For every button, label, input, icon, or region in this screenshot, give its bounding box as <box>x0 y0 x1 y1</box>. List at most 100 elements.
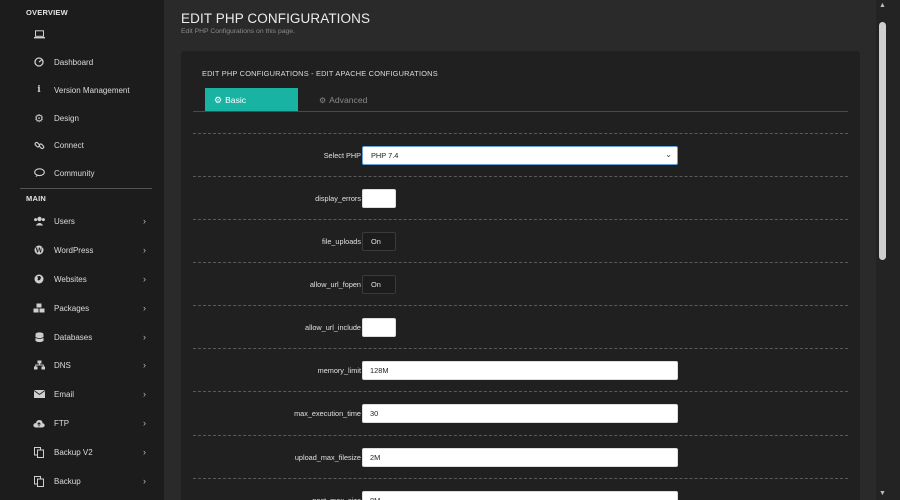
sitemap-icon <box>32 359 46 371</box>
sidebar: OVERVIEW Dashboard i Version Management … <box>0 0 164 500</box>
allow-url-include-label: allow_url_include <box>305 323 361 332</box>
memory-limit-input[interactable]: 128M <box>362 361 678 380</box>
max-execution-time-input[interactable]: 30 <box>362 404 678 423</box>
scroll-down-arrow-icon[interactable]: ▼ <box>879 490 887 498</box>
sidebar-item-overview-laptop[interactable] <box>26 24 154 44</box>
chevron-right-icon: › <box>143 447 146 457</box>
sidebar-item-backup[interactable]: Backup › <box>26 471 154 491</box>
tab-label: Basic <box>225 95 247 105</box>
upload-max-filesize-input[interactable]: 2M <box>362 448 678 467</box>
sidebar-divider <box>20 188 152 189</box>
post-max-size-input[interactable]: 8M <box>362 491 678 500</box>
tab-label: Advanced <box>329 95 368 105</box>
sidebar-item-design[interactable]: ⚙ Design <box>26 108 154 128</box>
upload-max-filesize-label: upload_max_filesize <box>294 453 361 462</box>
cubes-icon <box>32 302 46 314</box>
allow-url-include-toggle[interactable] <box>362 318 396 337</box>
chevron-right-icon: › <box>143 303 146 313</box>
chevron-right-icon: › <box>143 216 146 226</box>
php-config-panel: EDIT PHP CONFIGURATIONS - EDIT APACHE CO… <box>181 51 860 500</box>
sidebar-item-label: Email <box>54 389 75 399</box>
dashboard-icon <box>32 56 46 68</box>
display-errors-toggle[interactable] <box>362 189 396 208</box>
page-title: EDIT PHP CONFIGURATIONS <box>181 11 371 26</box>
file-uploads-row: file_uploads On <box>193 219 848 262</box>
page-subtitle: Edit PHP Configurations on this page. <box>181 28 295 35</box>
select-php-label: Select PHP <box>323 151 361 160</box>
sidebar-item-version-management[interactable]: i Version Management <box>26 80 154 100</box>
globe-icon <box>32 273 46 285</box>
display-errors-row: display_errors <box>193 176 848 219</box>
copy-icon <box>32 446 46 458</box>
chevron-right-icon: › <box>143 245 146 255</box>
chevron-right-icon: › <box>143 274 146 284</box>
sidebar-item-users[interactable]: Users › <box>26 211 154 231</box>
comment-icon <box>32 167 46 179</box>
sidebar-item-websites[interactable]: Websites › <box>26 269 154 289</box>
max-execution-time-row: max_execution_time 30 <box>193 391 848 434</box>
sidebar-item-community[interactable]: Community <box>26 163 154 183</box>
info-icon: i <box>37 85 41 95</box>
sidebar-item-label: Databases <box>54 332 93 342</box>
cloud-upload-icon <box>32 417 46 429</box>
sidebar-item-dns[interactable]: DNS › <box>26 355 154 375</box>
tab-underline <box>193 111 848 112</box>
sidebar-item-packages[interactable]: Packages › <box>26 298 154 318</box>
memory-limit-row: memory_limit 128M <box>193 348 848 391</box>
chevron-down-icon: ⌄ <box>665 150 672 159</box>
allow-url-fopen-toggle[interactable]: On <box>362 275 396 294</box>
tab-basic[interactable]: ⚙ Basic <box>205 88 298 112</box>
sidebar-item-ftp[interactable]: FTP › <box>26 413 154 433</box>
chevron-right-icon: › <box>143 476 146 486</box>
sidebar-item-backup-v2[interactable]: Backup V2 › <box>26 442 154 462</box>
select-php-dropdown[interactable]: PHP 7.4 ⌄ <box>362 146 678 165</box>
envelope-icon <box>32 388 46 400</box>
sidebar-item-label: Design <box>54 113 79 123</box>
sidebar-item-label: Backup <box>54 476 81 486</box>
link-icon <box>32 139 46 151</box>
sidebar-item-connect[interactable]: Connect <box>26 135 154 155</box>
main-section-label: MAIN <box>26 194 46 203</box>
sidebar-item-label: Websites <box>54 274 87 284</box>
tab-advanced[interactable]: ⚙ Advanced <box>319 88 367 112</box>
panel-title: EDIT PHP CONFIGURATIONS - EDIT APACHE CO… <box>202 69 438 78</box>
sidebar-item-label: DNS <box>54 360 71 370</box>
sidebar-item-label: Connect <box>54 140 84 150</box>
toggle-value: On <box>371 237 381 246</box>
gears-icon: ⚙ <box>319 95 327 105</box>
scrollbar-thumb[interactable] <box>879 22 886 260</box>
laptop-icon <box>32 28 46 40</box>
max-execution-time-label: max_execution_time <box>294 409 361 418</box>
sidebar-item-wordpress[interactable]: W WordPress › <box>26 240 154 260</box>
allow-url-fopen-label: allow_url_fopen <box>309 280 361 289</box>
main-content: EDIT PHP CONFIGURATIONS Edit PHP Configu… <box>164 0 876 500</box>
sidebar-item-label: FTP <box>54 418 70 428</box>
sidebar-item-label: Users <box>54 216 75 226</box>
allow-url-fopen-row: allow_url_fopen On <box>193 262 848 305</box>
sidebar-item-email[interactable]: Email › <box>26 384 154 404</box>
sidebar-item-label: Community <box>54 168 95 178</box>
chevron-right-icon: › <box>143 332 146 342</box>
toggle-value: On <box>371 280 381 289</box>
sidebar-item-databases[interactable]: Databases › <box>26 327 154 347</box>
file-uploads-toggle[interactable]: On <box>362 232 396 251</box>
sidebar-item-label: Packages <box>54 303 90 313</box>
sidebar-item-dashboard[interactable]: Dashboard <box>26 52 154 72</box>
display-errors-label: display_errors <box>315 194 361 203</box>
users-icon <box>32 215 46 227</box>
svg-text:W: W <box>34 246 43 254</box>
select-php-value: PHP 7.4 <box>371 151 399 160</box>
post-max-size-row: post_max_size 8M <box>193 478 848 500</box>
chevron-right-icon: › <box>143 360 146 370</box>
gear-icon: ⚙ <box>214 94 223 105</box>
post-max-size-label: post_max_size <box>312 479 361 500</box>
sidebar-item-label: Backup V2 <box>54 447 93 457</box>
chevron-right-icon: › <box>143 418 146 428</box>
select-php-row: Select PHP PHP 7.4 ⌄ <box>193 133 848 176</box>
copy-icon <box>32 475 46 487</box>
scroll-up-arrow-icon[interactable]: ▲ <box>879 2 887 10</box>
sidebar-item-label: Version Management <box>54 85 130 95</box>
allow-url-include-row: allow_url_include <box>193 305 848 348</box>
sidebar-item-label: WordPress <box>54 245 94 255</box>
gear-icon: ⚙ <box>34 112 44 125</box>
